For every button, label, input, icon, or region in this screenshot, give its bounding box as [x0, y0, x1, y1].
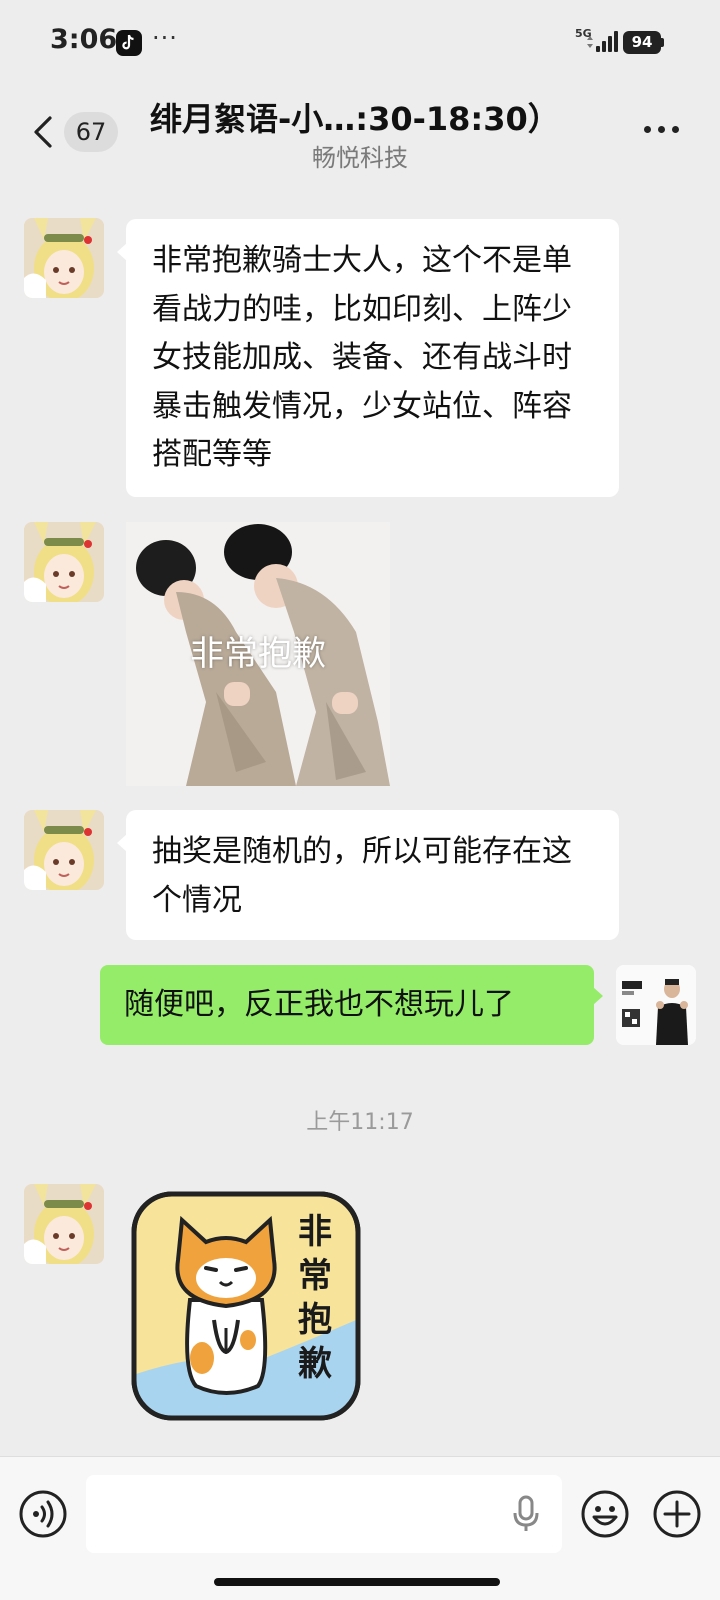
status-time: 3:06	[50, 24, 118, 55]
sticker-message[interactable]: 非常抱歉	[130, 1190, 362, 1422]
signal-icon	[587, 31, 618, 52]
image-caption: 非常抱歉	[190, 634, 326, 674]
battery-nub	[661, 38, 664, 47]
chat-subtitle: 畅悦科技	[312, 144, 408, 172]
user-avatar[interactable]	[616, 965, 696, 1045]
message-input[interactable]	[86, 1475, 562, 1553]
voice-icon[interactable]	[18, 1489, 68, 1539]
emoji-icon[interactable]	[580, 1489, 630, 1539]
message-bubble-incoming[interactable]: 抽奖是随机的，所以可能存在这个情况	[117, 810, 619, 940]
plus-icon[interactable]	[652, 1489, 702, 1539]
image-message[interactable]: 非常抱歉	[126, 522, 390, 786]
battery-level: 94	[631, 33, 653, 51]
more-notifications-indicator: ···	[152, 24, 178, 52]
contact-avatar[interactable]	[24, 218, 104, 298]
contact-avatar[interactable]	[24, 810, 104, 890]
message-text: 非常抱歉骑士大人，这个不是单看战力的哇，比如印刻、上阵少女技能加成、装备、还有战…	[152, 243, 572, 472]
chat-title: 绯月絮语-小…:30-18:30）	[150, 100, 560, 138]
message-bubble-incoming[interactable]: 非常抱歉骑士大人，这个不是单看战力的哇，比如印刻、上阵少女技能加成、装备、还有战…	[117, 219, 619, 497]
message-bubble-outgoing[interactable]: 随便吧，反正我也不想玩儿了	[100, 965, 603, 1045]
status-bar: 3:06 ··· 5G 94	[0, 0, 720, 88]
home-indicator[interactable]	[214, 1578, 500, 1586]
message-text: 随便吧，反正我也不想玩儿了	[124, 987, 514, 1022]
message-text: 抽奖是随机的，所以可能存在这个情况	[152, 834, 572, 918]
battery-icon: 94	[623, 31, 661, 54]
message-timestamp: 上午11:17	[306, 1110, 414, 1135]
tiktok-icon	[116, 30, 142, 56]
chat-header: 67 绯月絮语-小…:30-18:30） 畅悦科技	[0, 88, 720, 183]
contact-avatar[interactable]	[24, 1184, 104, 1264]
sticker-text: 非常抱歉	[298, 1212, 332, 1384]
mic-icon[interactable]	[512, 1495, 540, 1533]
more-icon[interactable]	[640, 126, 684, 136]
contact-avatar[interactable]	[24, 522, 104, 602]
